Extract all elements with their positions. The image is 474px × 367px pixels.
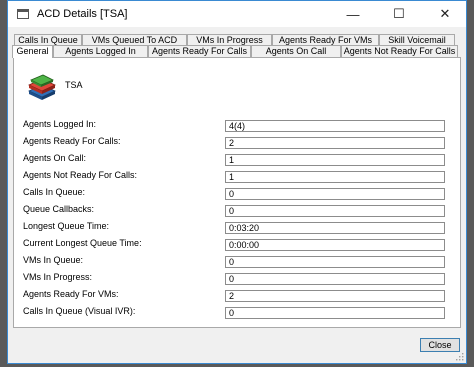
agents-not-ready-for-calls-label: Agents Not Ready For Calls:: [23, 170, 138, 180]
vms-in-queue-field[interactable]: 0: [225, 256, 445, 268]
minimize-button[interactable]: —: [330, 1, 376, 27]
current-longest-queue-time-label: Current Longest Queue Time:: [23, 238, 142, 248]
tab-agents-on-call[interactable]: Agents On Call: [251, 45, 341, 57]
vms-in-queue-label: VMs In Queue:: [23, 255, 84, 265]
site-stack-icon: [28, 74, 56, 100]
vms-in-progress-label: VMs In Progress:: [23, 272, 93, 282]
agents-on-call-field[interactable]: 1: [225, 154, 445, 166]
tab-row-2: General Agents Logged In Agents Ready Fo…: [12, 45, 458, 58]
acd-details-window: ACD Details [TSA] — ☐ ✕ Calls In Queue V…: [7, 0, 467, 364]
general-panel: TSA Agents Logged In: 4(4) Agents Ready …: [13, 57, 461, 328]
agents-ready-for-vms-label: Agents Ready For VMs:: [23, 289, 119, 299]
agents-on-call-label: Agents On Call:: [23, 153, 87, 163]
agents-ready-for-calls-label: Agents Ready For Calls:: [23, 136, 121, 146]
close-button[interactable]: Close: [420, 338, 460, 352]
calls-in-queue-visual-ivr-label: Calls In Queue (Visual IVR):: [23, 306, 136, 316]
queue-callbacks-field[interactable]: 0: [225, 205, 445, 217]
vms-in-progress-field[interactable]: 0: [225, 273, 445, 285]
calls-in-queue-field[interactable]: 0: [225, 188, 445, 200]
current-longest-queue-time-field[interactable]: 0:00:00: [225, 239, 445, 251]
tab-agents-ready-for-calls[interactable]: Agents Ready For Calls: [148, 45, 251, 57]
window-title: ACD Details [TSA]: [37, 8, 128, 20]
longest-queue-time-field[interactable]: 0:03:20: [225, 222, 445, 234]
agents-logged-in-label: Agents Logged In:: [23, 119, 97, 129]
resize-grip-icon[interactable]: [456, 353, 464, 361]
tab-agents-not-ready-for-calls[interactable]: Agents Not Ready For Calls: [341, 45, 458, 57]
close-window-button[interactable]: ✕: [422, 1, 468, 27]
app-icon: [17, 9, 29, 19]
maximize-button[interactable]: ☐: [376, 1, 422, 27]
title-bar[interactable]: ACD Details [TSA] — ☐ ✕: [8, 1, 466, 27]
tab-general[interactable]: General: [12, 45, 53, 58]
longest-queue-time-label: Longest Queue Time:: [23, 221, 110, 231]
tab-agents-logged-in[interactable]: Agents Logged In: [53, 45, 148, 57]
calls-in-queue-visual-ivr-field[interactable]: 0: [225, 307, 445, 319]
calls-in-queue-label: Calls In Queue:: [23, 187, 86, 197]
agents-logged-in-field[interactable]: 4(4): [225, 120, 445, 132]
agents-ready-for-calls-field[interactable]: 2: [225, 137, 445, 149]
site-name: TSA: [65, 80, 83, 90]
agents-ready-for-vms-field[interactable]: 2: [225, 290, 445, 302]
queue-callbacks-label: Queue Callbacks:: [23, 204, 95, 214]
agents-not-ready-for-calls-field[interactable]: 1: [225, 171, 445, 183]
